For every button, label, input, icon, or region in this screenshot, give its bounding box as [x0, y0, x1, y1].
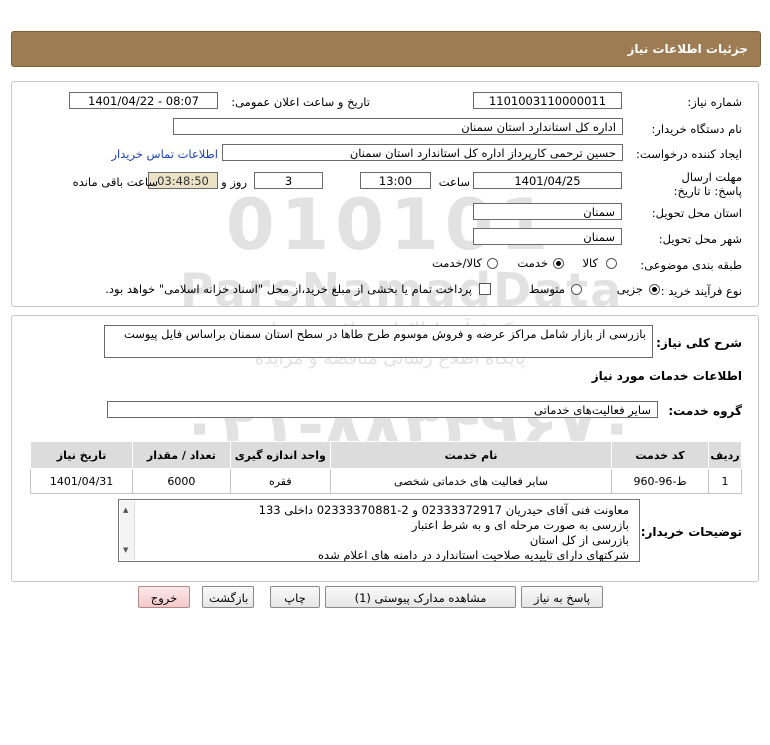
- services-heading: اطلاعات خدمات مورد نیاز: [591, 369, 742, 383]
- need-number-label: شماره نیاز:: [687, 95, 742, 109]
- treasury-payment-checkbox[interactable]: [479, 283, 491, 295]
- scroll-up-icon[interactable]: ▲: [123, 503, 128, 518]
- column-header-unit: واحد اندازه گیری: [229, 441, 331, 469]
- summary-field: بازرسی از بازار شامل مراکز عرضه و فروش م…: [104, 325, 653, 358]
- deadline-time-field: 13:00: [360, 172, 431, 189]
- service-group-label: گروه خدمت:: [668, 404, 742, 418]
- cell-service-name: سایر فعالیت های خدماتی شخصی: [329, 468, 613, 494]
- page-header: جزئیات اطلاعات نیاز: [11, 31, 761, 67]
- back-button[interactable]: بازگشت: [202, 586, 254, 608]
- category-radio-service[interactable]: [553, 258, 564, 269]
- need-number-field: 1101003110000011: [473, 92, 622, 109]
- process-radio-medium[interactable]: [571, 284, 582, 295]
- cell-row-number: 1: [708, 468, 742, 494]
- buyer-notes-label: توضیحات خریدار:: [640, 525, 742, 539]
- summary-label: شرح کلی نیاز:: [656, 336, 742, 350]
- page-title: جزئیات اطلاعات نیاز: [627, 42, 748, 56]
- column-header-need-date: تاریخ نیاز: [29, 441, 134, 469]
- buyer-note-line: بازرسی به صورت مرحله ای و به شرط اعتبار: [411, 518, 629, 532]
- category-option-goods-service: کالا/خدمت: [431, 256, 482, 270]
- city-label: شهر محل تحویل:: [658, 232, 742, 246]
- exit-button[interactable]: خروج: [138, 586, 190, 608]
- view-attachments-button[interactable]: مشاهده مدارک پیوستی (1): [325, 586, 516, 608]
- deadline-time-label: ساعت: [438, 175, 470, 189]
- service-group-field: سایر فعالیت‌های خدماتی: [107, 401, 658, 418]
- treasury-payment-note: پرداخت تمام یا بخشی از مبلغ خرید،از محل …: [105, 282, 472, 296]
- scroll-down-icon[interactable]: ▼: [123, 543, 128, 558]
- days-label: روز و: [221, 175, 247, 189]
- cell-need-date: 1401/04/31: [29, 468, 134, 494]
- buyer-note-line: شرکتهای دارای تاییدیه صلاحیت استاندارد د…: [318, 548, 629, 562]
- deadline-label: مهلت ارسال پاسخ: تا تاریخ:: [673, 170, 742, 198]
- category-option-service: خدمت: [517, 256, 548, 270]
- column-header-row-number: ردیف: [708, 441, 742, 469]
- process-label: نوع فرآیند خرید :: [660, 284, 742, 298]
- cell-quantity: 6000: [132, 468, 231, 494]
- services-table: ردیف کد خدمت نام خدمت واحد اندازه گیری ت…: [29, 441, 742, 494]
- table-header-row: ردیف کد خدمت نام خدمت واحد اندازه گیری ت…: [29, 441, 742, 469]
- remaining-time-value: 03:48:50: [148, 172, 218, 189]
- announce-date-label: تاریخ و ساعت اعلان عمومی:: [231, 95, 370, 109]
- category-label: طبقه بندی موضوعی:: [640, 258, 742, 272]
- requester-label: ایجاد کننده درخواست:: [636, 147, 742, 161]
- requester-field: حسین ترحمی کارپرداز اداره کل استاندارد ا…: [222, 144, 623, 161]
- need-info-panel: [11, 81, 759, 307]
- deadline-date-field: 1401/04/25: [473, 172, 622, 189]
- cell-service-code: ط-96-960: [611, 468, 710, 494]
- cell-unit: فقره: [229, 468, 331, 494]
- city-field: سمنان: [473, 228, 622, 245]
- announce-date-field: 1401/04/22 - 08:07: [69, 92, 218, 109]
- print-button[interactable]: چاپ: [270, 586, 320, 608]
- category-radio-goods-service[interactable]: [487, 258, 498, 269]
- column-header-service-code: کد خدمت: [611, 441, 710, 469]
- column-header-quantity: تعداد / مقدار: [132, 441, 231, 469]
- remaining-time-label: ساعت باقی مانده: [72, 175, 158, 189]
- process-option-minor: جزیی: [616, 282, 643, 296]
- buyer-note-line: بازرسی از کل استان: [529, 533, 629, 547]
- table-row: 1 ط-96-960 سایر فعالیت های خدماتی شخصی ف…: [29, 468, 742, 494]
- province-label: استان محل تحویل:: [651, 206, 742, 220]
- process-option-medium: متوسط: [528, 282, 565, 296]
- buyer-org-field: اداره کل استاندارد استان سمنان: [173, 118, 623, 135]
- reply-button[interactable]: پاسخ به نیاز: [521, 586, 603, 608]
- category-radio-goods[interactable]: [606, 258, 617, 269]
- days-remaining-field: 3: [254, 172, 323, 189]
- category-option-goods: کالا: [582, 256, 598, 270]
- buyer-org-label: نام دستگاه خریدار:: [651, 122, 742, 136]
- province-field: سمنان: [473, 203, 622, 220]
- buyer-note-line: معاونت فنی آقای حیدریان 02333372917 و 2-…: [258, 503, 629, 517]
- buyer-notes-textarea[interactable]: ▲ ▼ معاونت فنی آقای حیدریان 02333372917 …: [118, 499, 640, 562]
- process-radio-minor[interactable]: [649, 284, 660, 295]
- notes-scrollbar[interactable]: ▲ ▼: [120, 501, 135, 560]
- buyer-contact-link[interactable]: اطلاعات تماس خریدار: [111, 147, 218, 161]
- column-header-service-name: نام خدمت: [329, 441, 613, 469]
